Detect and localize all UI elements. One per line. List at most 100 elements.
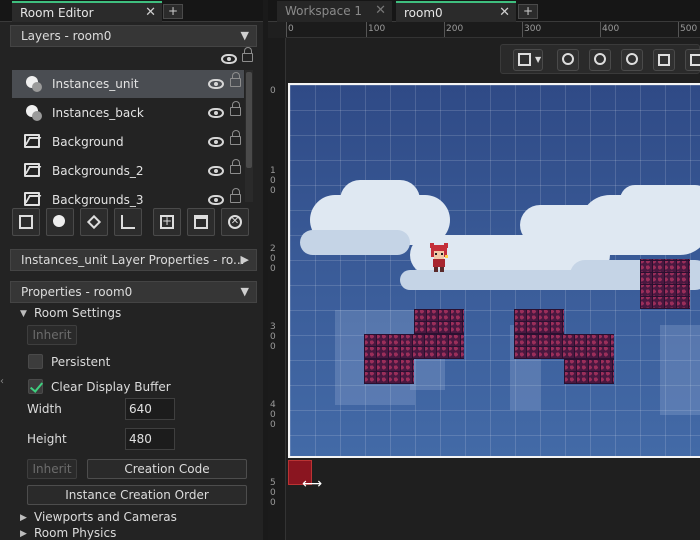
layer-properties-header[interactable]: Instances_unit Layer Properties - ro... …: [10, 249, 257, 271]
zoom-in-icon: [626, 53, 638, 65]
add-asset-layer-button[interactable]: +: [153, 208, 181, 236]
layer-label: Backgrounds_2: [52, 164, 144, 178]
fit-view-button[interactable]: [653, 49, 675, 71]
zoom-out-button[interactable]: [557, 49, 579, 71]
inherit-button[interactable]: Inherit: [27, 325, 77, 345]
eye-icon[interactable]: [208, 108, 224, 118]
add-background-layer-button[interactable]: [12, 208, 40, 236]
room-physics-section[interactable]: Room Physics: [34, 526, 116, 540]
chevron-down-icon: ▼: [240, 285, 249, 298]
resize-cursor-icon: ⟷: [302, 476, 323, 492]
layers-header-label: Layers - room0: [21, 29, 112, 43]
expand-triangle-icon[interactable]: ▼: [20, 309, 27, 319]
instance-creation-order-button[interactable]: Instance Creation Order: [27, 485, 247, 505]
ruler-tick-label: 400: [602, 24, 620, 34]
add-tile-layer-button[interactable]: [80, 208, 108, 236]
toggle-view-button[interactable]: [685, 49, 700, 71]
creation-code-button[interactable]: Creation Code: [87, 459, 247, 479]
layer-row[interactable]: Instances_unit: [12, 70, 244, 98]
properties-header[interactable]: Properties - room0 ▼: [10, 281, 257, 303]
scrollbar-thumb[interactable]: [246, 72, 252, 168]
folder-icon: [194, 215, 208, 229]
tile-block[interactable]: [514, 334, 614, 359]
chevron-right-icon: ▶: [240, 253, 249, 266]
close-icon[interactable]: ✕: [145, 3, 156, 23]
eye-icon[interactable]: [221, 54, 237, 64]
tile-block[interactable]: [514, 309, 564, 334]
persistent-checkbox[interactable]: [28, 354, 43, 369]
tile-block[interactable]: [564, 359, 614, 384]
delete-icon: ✕: [228, 215, 242, 229]
eye-icon[interactable]: [208, 79, 224, 89]
room-canvas[interactable]: [288, 83, 700, 458]
tile-block[interactable]: [364, 359, 414, 384]
left-tab-bar: Room Editor ✕ +: [0, 0, 263, 22]
add-folder-button[interactable]: [187, 208, 215, 236]
tile-block[interactable]: [364, 334, 464, 359]
lock-icon[interactable]: [242, 47, 253, 62]
layer-label: Backgrounds_3: [52, 193, 144, 207]
cloud-background: [620, 185, 700, 215]
tab-room0[interactable]: room0 ✕: [396, 1, 516, 22]
collapse-panel-icon[interactable]: ‹: [0, 376, 4, 387]
expand-triangle-icon[interactable]: ▶: [20, 513, 27, 523]
tiles-icon: [86, 214, 102, 230]
layer-row[interactable]: Instances_back: [12, 99, 244, 127]
view-icon: [690, 54, 700, 66]
eye-icon[interactable]: [208, 166, 224, 176]
persistent-label: Persistent: [51, 355, 111, 369]
lock-icon[interactable]: [230, 130, 241, 145]
player-sprite-instance[interactable]: [428, 243, 450, 273]
instance-icon: [53, 215, 65, 227]
clear-display-buffer-checkbox[interactable]: [28, 379, 43, 394]
width-input[interactable]: 640: [125, 398, 175, 420]
zoom-in-button[interactable]: [621, 49, 643, 71]
ruler-tick-label: 0: [288, 24, 294, 34]
lock-icon[interactable]: [230, 72, 241, 87]
lock-icon[interactable]: [230, 188, 241, 203]
height-input[interactable]: 480: [125, 428, 175, 450]
instance-layer-icon: [24, 105, 42, 121]
viewports-cameras-section[interactable]: Viewports and Cameras: [34, 510, 177, 524]
pillar-background: [660, 325, 700, 415]
ruler-tick-label: 200: [446, 24, 464, 34]
layers-scrollbar[interactable]: [245, 70, 253, 202]
zoom-out-icon: [562, 53, 574, 65]
layer-label: Instances_back: [52, 106, 144, 120]
ruler-tick-label: 500: [270, 478, 276, 508]
eye-icon[interactable]: [208, 195, 224, 205]
delete-layer-button[interactable]: ✕: [221, 208, 249, 236]
tile-block[interactable]: [414, 309, 464, 334]
layer-row[interactable]: Backgrounds_2: [12, 157, 244, 185]
layer-row[interactable]: Background: [12, 128, 244, 156]
vertical-ruler: 0 100 200 300 400 500: [268, 38, 286, 540]
tab-workspace-1[interactable]: Workspace 1 ✕: [277, 1, 392, 22]
image-icon: [19, 215, 33, 229]
zoom-reset-button[interactable]: [589, 49, 611, 71]
expand-triangle-icon[interactable]: ▶: [20, 529, 27, 539]
room-editor-panel: Room Editor ✕ + Layers - room0 ▼ Instanc…: [0, 0, 263, 540]
close-icon[interactable]: ✕: [499, 3, 510, 23]
chevron-down-icon: ▼: [240, 29, 249, 42]
tile-block[interactable]: [640, 259, 690, 309]
inherit-creation-button[interactable]: Inherit: [27, 459, 77, 479]
add-instance-layer-button[interactable]: [46, 208, 74, 236]
ruler-tick-label: 300: [270, 322, 276, 352]
eye-icon[interactable]: [208, 137, 224, 147]
cloud-background: [340, 180, 420, 220]
close-icon[interactable]: ✕: [375, 1, 386, 21]
add-workspace-tab-button[interactable]: +: [518, 4, 538, 19]
lock-icon[interactable]: [230, 159, 241, 174]
ruler-tick-label: 100: [368, 24, 386, 34]
ruler-tick-label: 200: [270, 244, 276, 274]
grid-toggle-button[interactable]: ▼: [513, 49, 543, 71]
fullscreen-icon: [658, 54, 670, 66]
properties-header-label: Properties - room0: [21, 285, 133, 299]
tab-room-editor[interactable]: Room Editor ✕: [12, 1, 162, 22]
add-path-layer-button[interactable]: [114, 208, 142, 236]
horizontal-ruler: 0 100 200 300 400 500: [286, 22, 700, 38]
add-tab-button[interactable]: +: [163, 4, 183, 19]
lock-icon[interactable]: [230, 101, 241, 116]
grid-icon: [518, 53, 531, 66]
layers-header[interactable]: Layers - room0 ▼: [10, 25, 257, 47]
